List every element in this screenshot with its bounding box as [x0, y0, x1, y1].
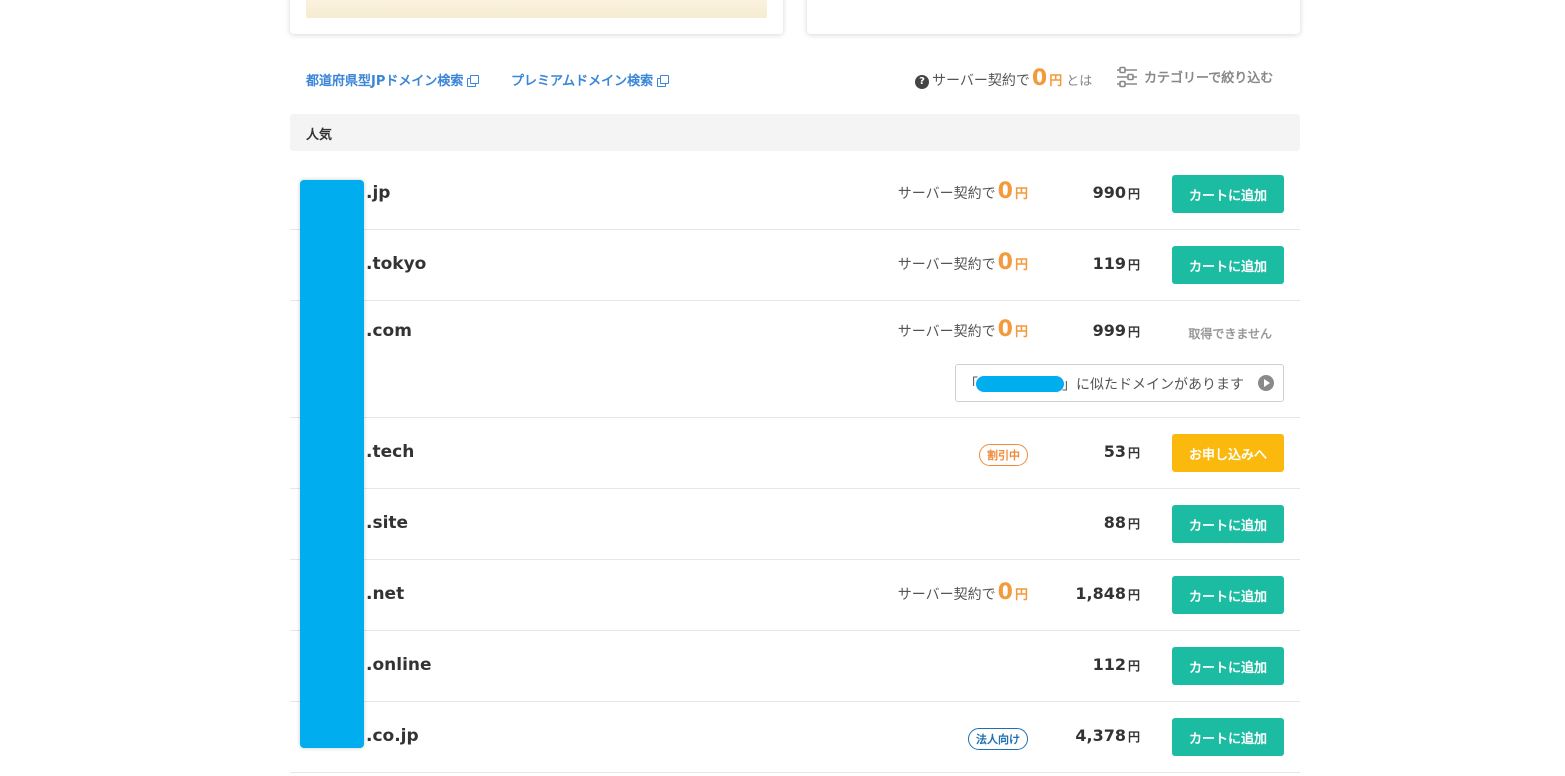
add-to-cart-button[interactable]: カートに追加: [1172, 576, 1284, 614]
apply-button[interactable]: お申し込みへ: [1172, 434, 1284, 472]
campaign-zero: 0: [997, 580, 1013, 605]
domain-row-com: .com サーバー契約で0 円 999 円 取得できません 「」に似たドメインがあり…: [290, 301, 1300, 418]
play-arrow-icon: [1258, 375, 1274, 391]
prefecture-jp-domain-search-link[interactable]: 都道府県型JPドメイン検索: [306, 70, 480, 89]
campaign-zero: 0: [997, 250, 1013, 275]
campaign-prefix: サーバー契約で: [897, 587, 996, 603]
add-to-cart-button[interactable]: カートに追加: [1172, 647, 1284, 685]
price-currency: 円: [1127, 258, 1140, 272]
promo-prefix: サーバー契約で: [932, 73, 1030, 89]
campaign-yen: 円: [1014, 325, 1028, 340]
price-currency: 円: [1127, 659, 1140, 673]
campaign-prefix: サーバー契約で: [897, 186, 996, 202]
redacted-domain-name: [976, 376, 1064, 392]
external-link-icon: [467, 75, 480, 87]
domain-row-tech: .tech 割引中 53 円 お申し込みへ: [290, 418, 1300, 489]
promo-yen: 円: [1049, 74, 1063, 89]
filter-label: カテゴリーで絞り込む: [1144, 71, 1274, 86]
domain-price: 119 円: [1093, 254, 1140, 273]
domain-tld: .tech: [366, 442, 415, 462]
price-value: 53: [1103, 442, 1126, 461]
promo-banner: [306, 0, 767, 18]
campaign-prefix: サーバー契約で: [897, 324, 996, 340]
price-value: 999: [1092, 321, 1126, 340]
price-currency: 円: [1127, 446, 1140, 460]
domain-tld: .net: [366, 584, 405, 604]
domain-price: 4,378 円: [1075, 726, 1140, 745]
add-to-cart-button[interactable]: カートに追加: [1172, 175, 1284, 213]
promo-suffix: とは: [1066, 74, 1093, 89]
price-value: 1,848: [1075, 584, 1126, 603]
server-contract-promo-link[interactable]: ? サーバー契約で0 円とは: [915, 66, 1092, 91]
domain-search-results-page: 都道府県型JPドメイン検索 プレミアムドメイン検索 ? サーバー契約で0 円とは カ…: [0, 0, 1565, 776]
price-currency: 円: [1127, 187, 1140, 201]
redacted-domain-names-overlay: [300, 180, 364, 748]
domain-price: 112 円: [1093, 655, 1140, 674]
domain-tld: .jp: [366, 183, 391, 203]
filter-sliders-icon: [1117, 66, 1137, 88]
domain-row-jp: .jp サーバー契約で0 円 990 円 カートに追加: [290, 159, 1300, 230]
campaign-prefix: サーバー契約で: [897, 257, 996, 273]
domain-price: 990 円: [1093, 183, 1140, 202]
campaign-yen: 円: [1014, 187, 1028, 202]
server-contract-free-label: サーバー契約で0 円: [898, 317, 1028, 342]
search-links-bar: 都道府県型JPドメイン検索 プレミアムドメイン検索 ? サーバー契約で0 円とは カ…: [306, 66, 1300, 92]
price-value: 119: [1092, 254, 1126, 273]
category-filter-button[interactable]: カテゴリーで絞り込む: [1116, 66, 1273, 88]
domain-tld: .co.jp: [366, 726, 419, 746]
price-value: 990: [1092, 183, 1126, 202]
campaign-zero: 0: [997, 179, 1013, 204]
domain-tld: .com: [366, 321, 412, 341]
section-title: 人気: [306, 128, 333, 143]
premium-domain-search-link[interactable]: プレミアムドメイン検索: [511, 70, 670, 89]
add-to-cart-button[interactable]: カートに追加: [1172, 505, 1284, 543]
price-value: 4,378: [1075, 726, 1126, 745]
similar-domains-text: 「」に似たドメインがあります: [964, 374, 1244, 394]
domain-price: 53 円: [1104, 442, 1140, 461]
domain-row-net: .net サーバー契約で0 円 1,848 円 カートに追加: [290, 560, 1300, 631]
corporate-badge: 法人向け: [968, 728, 1028, 750]
question-icon: ?: [915, 75, 929, 89]
promo-card-left: [290, 0, 783, 34]
section-header-popular: 人気: [290, 114, 1300, 151]
promo-card-right: [807, 0, 1300, 34]
campaign-yen: 円: [1014, 588, 1028, 603]
domain-price: 88 円: [1104, 513, 1140, 532]
similar-domains-button[interactable]: 「」に似たドメインがあります: [955, 364, 1284, 402]
domain-row-tokyo: .tokyo サーバー契約で0 円 119 円 カートに追加: [290, 230, 1300, 301]
server-contract-free-label: サーバー契約で0 円: [898, 250, 1028, 275]
campaign-yen: 円: [1014, 258, 1028, 273]
discount-badge: 割引中: [979, 444, 1028, 466]
domain-row-online: .online 112 円 カートに追加: [290, 631, 1300, 702]
link-label: 都道府県型JPドメイン検索: [306, 74, 464, 89]
price-currency: 円: [1127, 517, 1140, 531]
promo-zero: 0: [1031, 66, 1048, 91]
add-to-cart-button[interactable]: カートに追加: [1172, 246, 1284, 284]
domain-tld: .online: [366, 655, 432, 675]
unavailable-label: 取得できません: [1188, 327, 1272, 341]
domain-price: 1,848 円: [1075, 584, 1140, 603]
similar-label: 」に似たドメインがあります: [1062, 377, 1244, 393]
domain-row-co-jp: .co.jp 法人向け 4,378 円 カートに追加: [290, 702, 1300, 773]
domain-tld: .site: [366, 513, 409, 533]
price-value: 112: [1092, 655, 1126, 674]
campaign-zero: 0: [997, 317, 1013, 342]
add-to-cart-button[interactable]: カートに追加: [1172, 718, 1284, 756]
domain-list: .jp サーバー契約で0 円 990 円 カートに追加 .tokyo サーバー契約で…: [290, 159, 1300, 773]
domain-price: 999 円: [1093, 321, 1140, 340]
price-currency: 円: [1127, 325, 1140, 339]
link-label: プレミアムドメイン検索: [511, 74, 654, 89]
price-currency: 円: [1127, 588, 1140, 602]
external-link-icon: [657, 75, 670, 87]
server-contract-free-label: サーバー契約で0 円: [898, 580, 1028, 605]
domain-tld: .tokyo: [366, 254, 427, 274]
domain-row-site: .site 88 円 カートに追加: [290, 489, 1300, 560]
price-value: 88: [1103, 513, 1126, 532]
price-currency: 円: [1127, 730, 1140, 744]
server-contract-free-label: サーバー契約で0 円: [898, 179, 1028, 204]
